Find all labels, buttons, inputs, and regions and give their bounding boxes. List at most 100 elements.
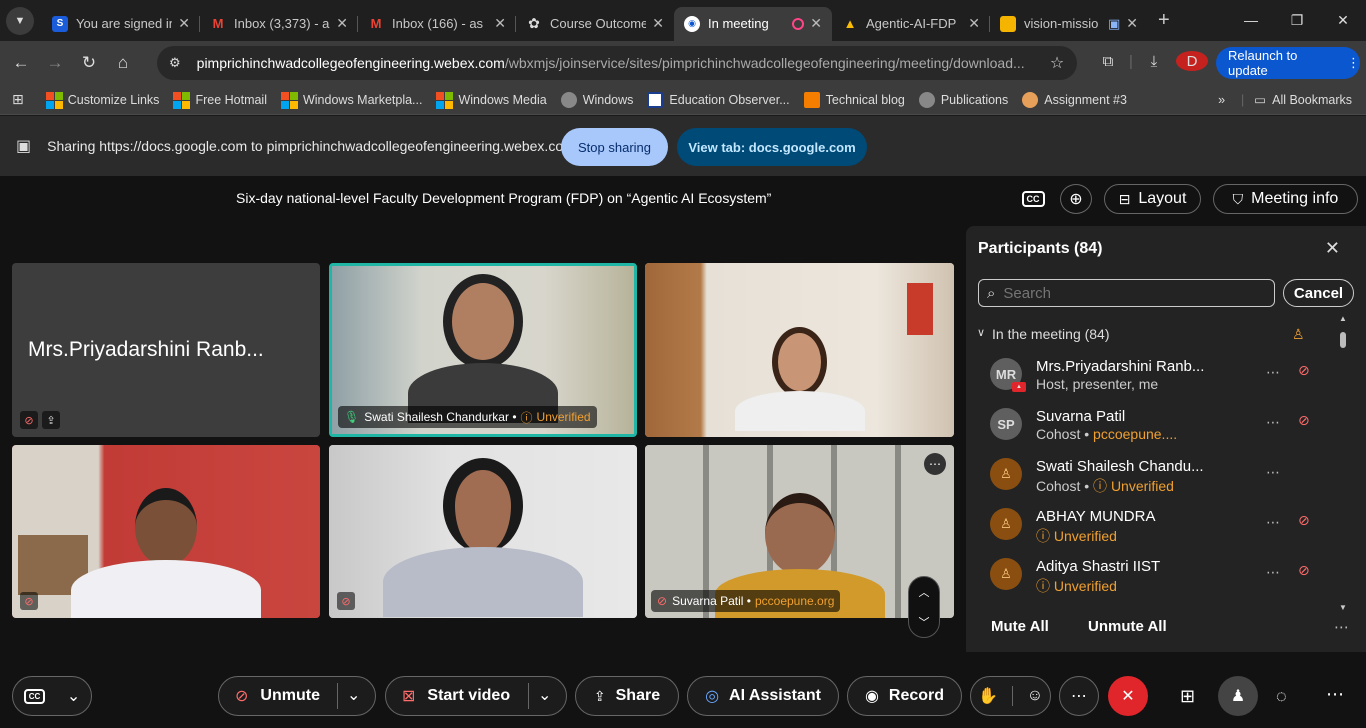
chevron-down-icon[interactable]: ⌄ <box>347 685 360 705</box>
layout-button[interactable]: ⊟ Layout <box>1104 184 1201 214</box>
bookmark-item[interactable]: Publications <box>918 91 1008 108</box>
more-options-icon[interactable]: ⋯ <box>1266 364 1280 381</box>
bookmark-star-icon[interactable]: ☆ <box>1037 53 1077 73</box>
new-tab-button[interactable]: + <box>1158 9 1170 32</box>
bookmark-item[interactable]: Education Observer... <box>647 91 790 108</box>
all-bookmarks[interactable]: All Bookmarks <box>1272 93 1352 107</box>
video-tile[interactable]: ⊘ <box>329 445 637 618</box>
browser-tab[interactable]: S You are signed in ✕ <box>42 7 200 41</box>
scroll-up-icon[interactable]: ▲ <box>1339 314 1347 323</box>
share-button[interactable]: ⇪ Share <box>575 676 679 716</box>
view-tab-button[interactable]: View tab: docs.google.com <box>677 128 867 166</box>
participant-scrollbar[interactable]: ▲ ▼ <box>1338 314 1348 612</box>
meeting-info-button[interactable]: ⛉ Meeting info <box>1213 184 1358 214</box>
close-tab-icon[interactable]: ✕ <box>810 15 822 32</box>
extensions-icon[interactable]: ⧉ <box>1092 53 1124 70</box>
chevron-down-icon[interactable]: ﹀ <box>919 614 930 630</box>
participant-row[interactable]: MR ▲ Mrs.Priyadarshini Ranb... Host, pre… <box>978 352 1333 402</box>
close-tab-icon[interactable]: ✕ <box>178 15 190 32</box>
reactions-group[interactable]: ✋ ☺ <box>970 676 1051 716</box>
more-bookmarks-icon[interactable]: » <box>1218 93 1225 107</box>
omnibox[interactable]: ⚙ pimprichinchwadcollegeofengineering.we… <box>157 46 1077 80</box>
chat-icon[interactable]: ◌ <box>1276 686 1287 707</box>
unmute-all-button[interactable]: Unmute All <box>1088 618 1167 635</box>
more-options-icon[interactable]: ⋯ <box>1266 514 1280 531</box>
record-button[interactable]: ◉ Record <box>847 676 962 716</box>
bookmark-item[interactable]: Windows <box>560 91 633 108</box>
video-tile-active-speaker[interactable]: 🎙 Swati Shailesh Chandurkar • ⓘ Unverifi… <box>329 263 637 437</box>
participant-row[interactable]: ♙ Swati Shailesh Chandu... Cohost • ⓘ Un… <box>978 452 1333 502</box>
mute-all-button[interactable]: Mute All <box>991 618 1049 635</box>
reload-icon[interactable]: ↻ <box>72 53 106 73</box>
chevron-down-icon[interactable]: ⌄ <box>67 686 80 706</box>
more-options-button[interactable]: ⋯ <box>1059 676 1099 716</box>
apps-icon[interactable]: ⊞ <box>1180 686 1195 707</box>
close-window-icon[interactable]: ✕ <box>1320 0 1366 40</box>
restore-icon[interactable]: ❐ <box>1274 0 1320 40</box>
unmute-button[interactable]: ⊘ Unmute ⌄ <box>218 676 376 716</box>
close-icon[interactable]: ✕ <box>1325 238 1340 259</box>
scroll-down-icon[interactable]: ▼ <box>1339 603 1347 612</box>
chevron-down-icon[interactable]: ⌄ <box>538 685 551 705</box>
browser-tab[interactable]: M Inbox (166) - as ✕ <box>358 7 516 41</box>
close-tab-icon[interactable]: ✕ <box>336 15 348 32</box>
apps-icon[interactable]: ⊞ <box>12 91 24 108</box>
browser-tab[interactable]: ✿ Course Outcome ✕ <box>516 7 674 41</box>
video-tile[interactable] <box>645 263 954 437</box>
chevron-up-icon[interactable]: ︿ <box>919 584 930 600</box>
raise-hand-icon[interactable]: ✋ <box>978 686 998 706</box>
close-tab-icon[interactable]: ✕ <box>652 15 664 32</box>
participant-row[interactable]: ♙ ABHAY MUNDRA ⓘ Unverified ⋯ ⊘ <box>978 502 1333 552</box>
home-icon[interactable]: ⌂ <box>106 53 140 73</box>
end-call-button[interactable]: ✕ <box>1108 676 1148 716</box>
close-tab-icon[interactable]: ✕ <box>1126 15 1138 32</box>
close-tab-icon[interactable]: ✕ <box>494 15 506 32</box>
browser-tab[interactable]: ▲ Agentic-AI-FDP ✕ <box>832 7 990 41</box>
start-video-button[interactable]: ⊠ Start video ⌄ <box>385 676 567 716</box>
browser-tab[interactable]: vision-missio ▣ ✕ <box>990 7 1148 41</box>
download-icon[interactable]: ⤓ <box>1138 53 1170 70</box>
forward-icon[interactable]: → <box>38 53 72 73</box>
relaunch-button[interactable]: Relaunch to update ⋮ <box>1216 47 1360 79</box>
more-options-icon[interactable]: ⋯ <box>1266 414 1280 431</box>
more-options-icon[interactable]: ⋯ <box>1266 564 1280 581</box>
zoom-button[interactable]: ⊕ <box>1060 184 1092 214</box>
profile-avatar[interactable]: D <box>1176 51 1208 71</box>
minimize-icon[interactable]: — <box>1228 0 1274 40</box>
site-info-icon[interactable]: ⚙ <box>169 55 181 71</box>
participant-row[interactable]: ♙ Aditya Shastri IIST ⓘ Unverified ⋯ ⊘ <box>978 552 1333 602</box>
mic-muted-icon[interactable]: ⊘ <box>1298 512 1310 529</box>
participants-button[interactable]: ♟ <box>1218 676 1258 716</box>
ai-assistant-button[interactable]: ◎ AI Assistant <box>687 676 839 716</box>
back-icon[interactable]: ← <box>4 53 38 73</box>
attendee-list-icon[interactable]: ♙ <box>1292 326 1305 343</box>
stop-sharing-button[interactable]: Stop sharing <box>561 128 668 166</box>
more-options-icon[interactable]: ⋯ <box>1334 618 1349 636</box>
bookmark-item[interactable]: Customize Links <box>45 91 159 109</box>
more-vert-icon[interactable]: ⋯ <box>1326 684 1344 705</box>
captions-control[interactable]: CC ⌄ <box>12 676 92 716</box>
mic-muted-icon[interactable]: ⊘ <box>1298 562 1310 579</box>
participant-row[interactable]: SP Suvarna Patil Cohost • pccoepune.... … <box>978 402 1333 452</box>
browser-tab[interactable]: M Inbox (3,373) - a ✕ <box>200 7 358 41</box>
more-vert-icon[interactable]: ⋮ <box>1347 55 1360 71</box>
in-meeting-section[interactable]: ∨ In the meeting (84) <box>977 326 1110 342</box>
bookmark-item[interactable]: Free Hotmail <box>173 91 267 109</box>
bookmark-item[interactable]: Assignment #3 <box>1022 91 1127 108</box>
video-tile[interactable]: ⊘ <box>12 445 320 618</box>
bookmark-item[interactable]: Windows Marketpla... <box>280 91 422 109</box>
more-options-icon[interactable]: ⋯ <box>924 453 946 475</box>
cancel-button[interactable]: Cancel <box>1283 279 1354 307</box>
bookmark-item[interactable]: Technical blog <box>803 91 905 108</box>
browser-tab-active[interactable]: ◉ In meeting ✕ <box>674 6 832 41</box>
bookmark-item[interactable]: Windows Media <box>436 91 547 109</box>
close-tab-icon[interactable]: ✕ <box>968 15 980 32</box>
video-tile[interactable]: Mrs.Priyadarshini Ranb... ⊘ ⇪ <box>12 263 320 437</box>
tab-search-button[interactable]: ▼ <box>6 6 34 35</box>
participant-search[interactable]: ⌕ <box>978 279 1275 307</box>
mic-muted-icon[interactable]: ⊘ <box>1298 412 1310 429</box>
reactions-icon[interactable]: ☺ <box>1027 687 1043 705</box>
captions-button[interactable]: CC <box>1020 184 1046 214</box>
search-input[interactable] <box>1003 284 1244 302</box>
page-scroller[interactable]: ︿ ﹀ <box>908 576 940 638</box>
